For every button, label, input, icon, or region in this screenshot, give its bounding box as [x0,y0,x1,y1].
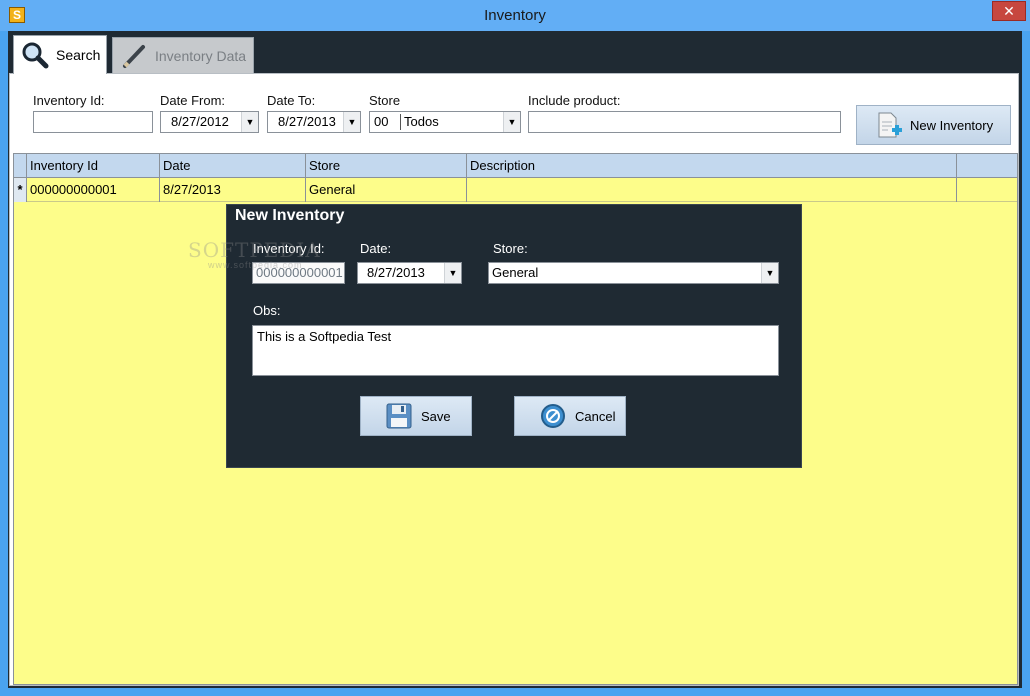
dialog-date-label: Date: [360,241,392,256]
dialog-store-select[interactable]: General ▼ [488,262,779,284]
cell-date[interactable]: 8/27/2013 [160,178,306,202]
dialog-obs-label: Obs: [253,303,281,318]
chevron-down-icon[interactable]: ▼ [761,263,778,283]
date-to-picker[interactable]: 8/27/2013 ▼ [267,111,361,133]
header-row-marker [14,154,27,178]
dialog-title: New Inventory [235,207,345,224]
date-from-value: 8/27/2012 [171,114,229,129]
save-button[interactable]: Save [360,396,472,436]
new-document-icon [874,110,904,140]
inventory-id-input[interactable] [33,111,153,133]
chevron-down-icon[interactable]: ▼ [503,112,520,132]
magnifier-icon [20,40,50,70]
column-header-date[interactable]: Date [160,154,306,178]
save-label: Save [421,408,451,424]
tab-search[interactable]: Search [13,35,107,74]
date-to-label: Date To: [267,93,316,108]
dialog-obs-textarea[interactable]: This is a Softpedia Test [252,325,779,376]
cancel-icon [539,402,567,430]
cell-description[interactable] [467,178,957,202]
store-code: 00 [374,114,389,129]
new-inventory-button[interactable]: New Inventory [856,105,1011,145]
dialog-inventory-id-label: Inventory Id: [253,241,325,256]
cell-inventory-id[interactable]: 000000000001 [27,178,160,202]
floppy-disk-icon [385,402,413,430]
column-header-description[interactable]: Description [467,154,957,178]
dialog-store-label: Store: [493,241,528,256]
include-product-label: Include product: [528,93,621,108]
cell-filler [957,178,1017,202]
cell-store[interactable]: General [306,178,467,202]
store-label: Store [369,93,401,108]
window-title: Inventory [484,7,546,24]
store-select[interactable]: 00 Todos ▼ [369,111,521,133]
table-row[interactable]: * 000000000001 8/27/2013 General [14,178,1017,202]
column-header-filler [957,154,1017,178]
column-header-inventory-id[interactable]: Inventory Id [27,154,160,178]
column-header-store[interactable]: Store [306,154,467,178]
dialog-date-value: 8/27/2013 [367,265,425,280]
date-from-picker[interactable]: 8/27/2012 ▼ [160,111,259,133]
chevron-down-icon[interactable]: ▼ [444,263,461,283]
store-divider [400,114,401,130]
close-button[interactable]: ✕ [992,1,1026,21]
cancel-label: Cancel [575,408,616,424]
grid-header: Inventory Id Date Store Description [14,154,1017,178]
include-product-input[interactable] [528,111,841,133]
row-marker: * [14,178,27,202]
dialog-store-value: General [492,265,539,280]
new-inventory-dialog: New Inventory Inventory Id: 000000000001… [226,204,802,468]
chevron-down-icon[interactable]: ▼ [343,112,360,132]
new-inventory-label: New Inventory [910,117,994,133]
tab-inventory-data-label: Inventory Data [155,47,247,64]
tab-inventory-data[interactable]: Inventory Data [112,37,254,73]
tab-search-label: Search [56,47,101,63]
title-bar: S Inventory ✕ [0,0,1030,31]
dialog-date-picker[interactable]: 8/27/2013 ▼ [357,262,462,284]
chevron-down-icon[interactable]: ▼ [241,112,258,132]
inventory-id-label: Inventory Id: [33,93,105,108]
store-name: Todos [404,114,439,129]
cancel-button[interactable]: Cancel [514,396,626,436]
dialog-inventory-id-field: 000000000001 [252,262,345,284]
date-to-value: 8/27/2013 [278,114,336,129]
date-from-label: Date From: [160,93,226,108]
pencil-icon [119,41,149,71]
